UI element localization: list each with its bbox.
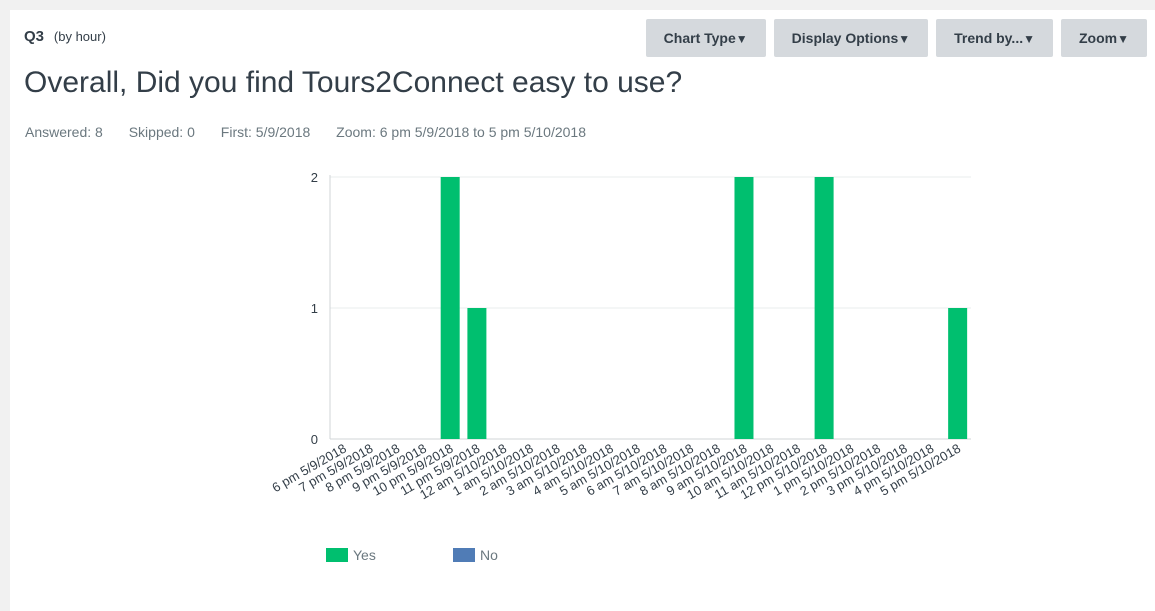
- bar-yes[interactable]: [814, 177, 834, 439]
- bar-yes[interactable]: [734, 177, 754, 439]
- bar-yes[interactable]: [467, 308, 487, 439]
- bar-yes[interactable]: [440, 177, 460, 439]
- legend-label: No: [480, 547, 498, 563]
- y-tick-label: 1: [311, 301, 318, 316]
- y-tick-label: 2: [311, 170, 318, 185]
- legend-swatch: [326, 548, 348, 562]
- y-tick-label: 0: [311, 432, 318, 447]
- bar-chart: 0126 pm 5/9/20187 pm 5/9/20188 pm 5/9/20…: [269, 170, 971, 563]
- legend-swatch: [453, 548, 475, 562]
- legend-label: Yes: [353, 547, 376, 563]
- bar-yes[interactable]: [948, 308, 968, 439]
